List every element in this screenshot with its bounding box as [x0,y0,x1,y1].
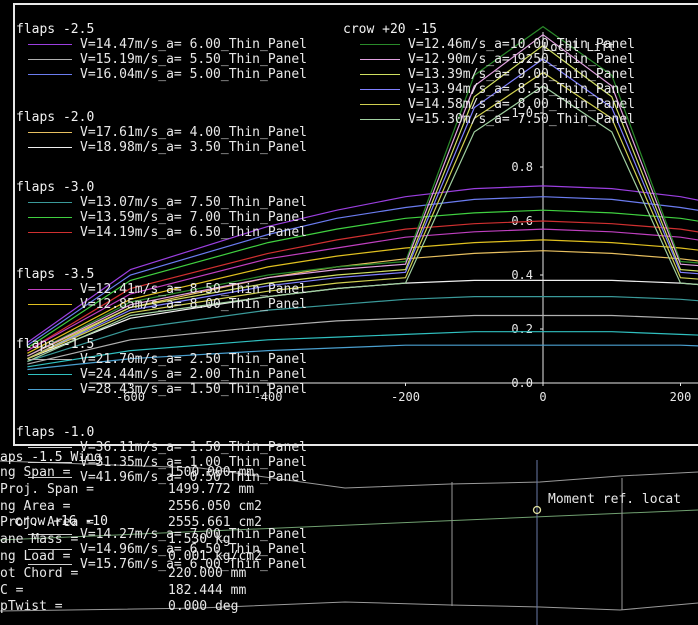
wing-info-label: Proj. Area = [0,515,94,531]
legend-swatch [28,74,72,75]
legend-entry: V=14.19m/s_a= 6.50_Thin_Panel [80,225,307,240]
y-tick-label: 0.2 [511,322,533,336]
legend-entry: V=13.39m/s_a= 9.00_Thin_Panel [408,67,635,82]
wing-name: aps -1.5 Wing [0,450,102,465]
legend-entry: V=13.07m/s_a= 7.50_Thin_Panel [80,195,307,210]
legend-entry: V=12.85m/s_a= 8.00_Thin_Panel [80,297,307,312]
wing-info-value: 220.000 mm [168,565,247,581]
legend-entry: V=16.04m/s_a= 5.00_Thin_Panel [80,67,307,82]
legend-swatch [28,374,72,375]
wing-info-value: 182.444 mm [168,582,247,598]
legend-entry: V=24.44m/s_a= 2.00_Thin_Panel [80,367,307,382]
wing-info-label: ng Span = [0,465,71,480]
legend-swatch [360,74,400,75]
x-tick-label: -200 [391,390,420,404]
planform-trailing-edge [0,601,698,612]
wing-name-text: aps -1.5 Wing [0,450,102,465]
legend-entry: V=15.30m/s_a= 7.50_Thin_Panel [408,112,635,127]
y-axis-label: Local Lift [543,40,616,54]
legend-swatch [28,359,72,360]
x-tick-label: 0 [539,390,546,404]
legend-swatch [28,389,72,390]
wing-info-label: ng Load = [0,549,71,564]
wing-info-label: ng Area = [0,498,71,514]
legend-group-crow-20-15: crow +20 -15 [343,22,437,37]
legend-swatch [28,44,72,45]
legend-group-flaps-minus-2-5: flaps -2.5 [16,22,95,37]
legend-entry: V=13.94m/s_a= 8.50_Thin_Panel [408,82,635,97]
y-tick-label: 0.8 [511,160,533,174]
legend-swatch [28,132,72,133]
wing-info-value: 2555.661 cm2 [168,515,262,531]
legend-entry: V=12.41m/s_a= 8.50_Thin_Panel [80,282,307,297]
legend-swatch [28,147,72,148]
xflr5-polar-view: { "header": {"crow_group": "crow +20 -15… [0,0,698,625]
wing-info-value: 0.001 kg/cm2 [168,549,262,564]
legend-swatch [28,232,72,233]
wing-info-value: 1499.772 mm [168,481,255,497]
legend-group-flaps-minus-3-5: flaps -3.5 [16,267,95,282]
legend-swatch [28,304,72,305]
legend-swatch [360,119,400,120]
y-tick-label: 0.0 [511,376,533,390]
wing-info-value: 1.530 kg [168,532,231,548]
legend-entry: V=14.47m/s_a= 6.00_Thin_Panel [80,37,307,52]
x-tick-label: 200 [670,390,692,404]
legend-entry: V=17.61m/s_a= 4.00_Thin_Panel [80,125,307,140]
legend-entry: V=14.58m/s_a= 8.00_Thin_Panel [408,97,635,112]
legend-entry: V=21.70m/s_a= 2.50_Thin_Panel [80,352,307,367]
wing-info-label: C = [0,582,24,598]
wing-info-label: Proj. Span = [0,481,94,497]
legend-swatch [28,217,72,218]
legend-entry: V=13.59m/s_a= 7.00_Thin_Panel [80,210,307,225]
wing-info-value: 2556.050 cm2 [168,498,262,514]
legend-entry: V=18.98m/s_a= 3.50_Thin_Panel [80,140,307,155]
wing-info-label: ot Chord = [0,565,79,581]
legend-swatch [360,89,400,90]
legend-swatch [360,59,400,60]
legend-group-flaps-minus-3-0: flaps -3.0 [16,180,95,195]
moment-ref-label: Moment ref. locat [548,492,682,507]
legend-swatch [28,289,72,290]
legend-group-flaps-minus-1-5: flaps -1.5 [16,337,95,352]
legend-group-flaps-minus-1-0: flaps -1.0 [16,425,95,440]
legend-swatch [28,447,72,448]
legend-swatch [360,104,400,105]
legend-swatch [28,59,72,60]
legend-entry: V=28.43m/s_a= 1.50_Thin_Panel [80,382,307,397]
wing-info-label: ane Mass = [0,532,79,548]
legend-swatch [28,202,72,203]
legend-swatch [360,44,400,45]
wing-info-value: 1500.000 mm [168,465,255,480]
legend-group-flaps-minus-2-0: flaps -2.0 [16,110,95,125]
legend-entry: V=36.11m/s_a= 1.50_Thin_Panel [80,440,307,455]
legend-entry: V=15.19m/s_a= 5.50_Thin_Panel [80,52,307,67]
wing-info-value: 0.000 deg [168,599,239,615]
wing-info-label: pTwist = [0,599,63,615]
